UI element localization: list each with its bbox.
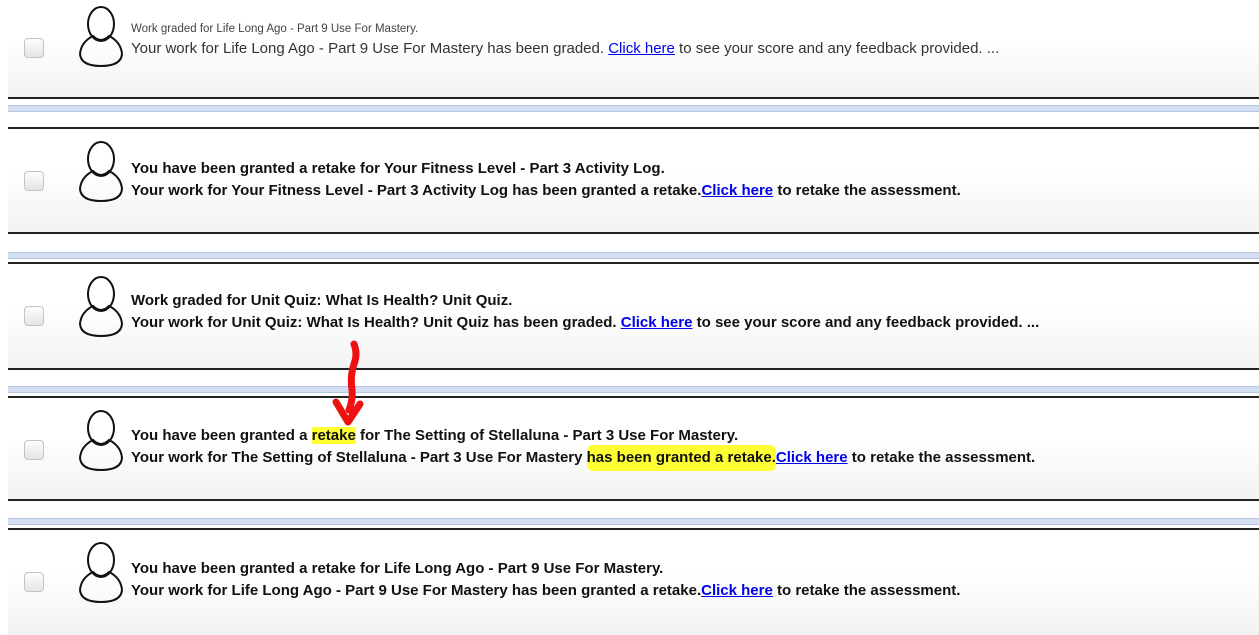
notification-item[interactable]: Work graded for Life Long Ago - Part 9 U… (8, 0, 1259, 99)
click-here-link[interactable]: Click here (701, 582, 773, 599)
notification-body: Your work for Unit Quiz: What Is Health?… (131, 312, 1249, 334)
notification-text: You have been granted a retake for Your … (131, 158, 1249, 202)
body-text: to retake the assessment. (772, 582, 961, 599)
click-here-link[interactable]: Click here (608, 40, 675, 57)
separator (8, 386, 1259, 393)
body-text: to retake the assessment. (847, 449, 1036, 466)
user-avatar-icon (78, 141, 124, 203)
notification-item[interactable]: You have been granted a retake for The S… (8, 396, 1259, 501)
notification-list: Work graded for Life Long Ago - Part 9 U… (0, 0, 1259, 635)
body-text: to retake the assessment. (773, 182, 961, 199)
select-checkbox[interactable] (24, 38, 44, 58)
red-arrow-annotation-icon (332, 340, 364, 426)
notification-item[interactable]: You have been granted a retake for Your … (8, 127, 1259, 234)
notification-text: You have been granted a retake for Life … (131, 558, 1249, 602)
body-text: Your work for Unit Quiz: What Is Health?… (131, 314, 621, 331)
notification-title: You have been granted a retake for Life … (131, 560, 664, 577)
user-avatar-icon (78, 276, 124, 338)
select-checkbox[interactable] (24, 572, 44, 592)
notification-title: Work graded for Life Long Ago - Part 9 U… (131, 23, 419, 35)
title-text: for The Setting of Stellaluna - Part 3 U… (355, 427, 739, 444)
select-checkbox[interactable] (24, 306, 44, 326)
click-here-link[interactable]: Click here (776, 449, 848, 466)
click-here-link[interactable]: Click here (701, 182, 773, 199)
user-avatar-icon (78, 410, 124, 472)
notification-title: Work graded for Unit Quiz: What Is Healt… (131, 292, 513, 309)
body-text: to see your score and any feedback provi… (674, 40, 1000, 57)
body-text: Your work for Life Long Ago - Part 9 Use… (131, 40, 609, 57)
highlighted-word: retake (311, 427, 356, 444)
notification-title: You have been granted a retake for The S… (131, 425, 1249, 447)
notification-title: You have been granted a retake for Your … (131, 160, 665, 177)
notification-body: Your work for The Setting of Stellaluna … (131, 447, 1249, 469)
separator (8, 518, 1259, 525)
highlighted-phrase: has been granted a retake. (586, 447, 776, 468)
select-checkbox[interactable] (24, 440, 44, 460)
notification-text: You have been granted a retake for The S… (131, 425, 1249, 469)
separator (8, 252, 1259, 259)
select-checkbox[interactable] (24, 171, 44, 191)
body-text: to see your score and any feedback provi… (692, 314, 1040, 331)
body-text: Your work for Life Long Ago - Part 9 Use… (131, 582, 702, 599)
user-avatar-icon (78, 6, 124, 68)
notification-text: Work graded for Unit Quiz: What Is Healt… (131, 290, 1249, 334)
notification-body: Your work for Life Long Ago - Part 9 Use… (131, 580, 1249, 602)
body-text: Your work for The Setting of Stellaluna … (131, 449, 587, 466)
separator (8, 105, 1259, 112)
notification-item[interactable]: Work graded for Unit Quiz: What Is Healt… (8, 262, 1259, 370)
body-text: Your work for Your Fitness Level - Part … (131, 182, 702, 199)
notification-body: Your work for Life Long Ago - Part 9 Use… (131, 38, 1249, 60)
notification-body: Your work for Your Fitness Level - Part … (131, 180, 1249, 202)
title-text: You have been granted a (131, 427, 312, 444)
user-avatar-icon (78, 542, 124, 604)
notification-text: Work graded for Life Long Ago - Part 9 U… (131, 20, 1249, 60)
notification-item[interactable]: You have been granted a retake for Life … (8, 528, 1259, 635)
click-here-link[interactable]: Click here (621, 314, 693, 331)
